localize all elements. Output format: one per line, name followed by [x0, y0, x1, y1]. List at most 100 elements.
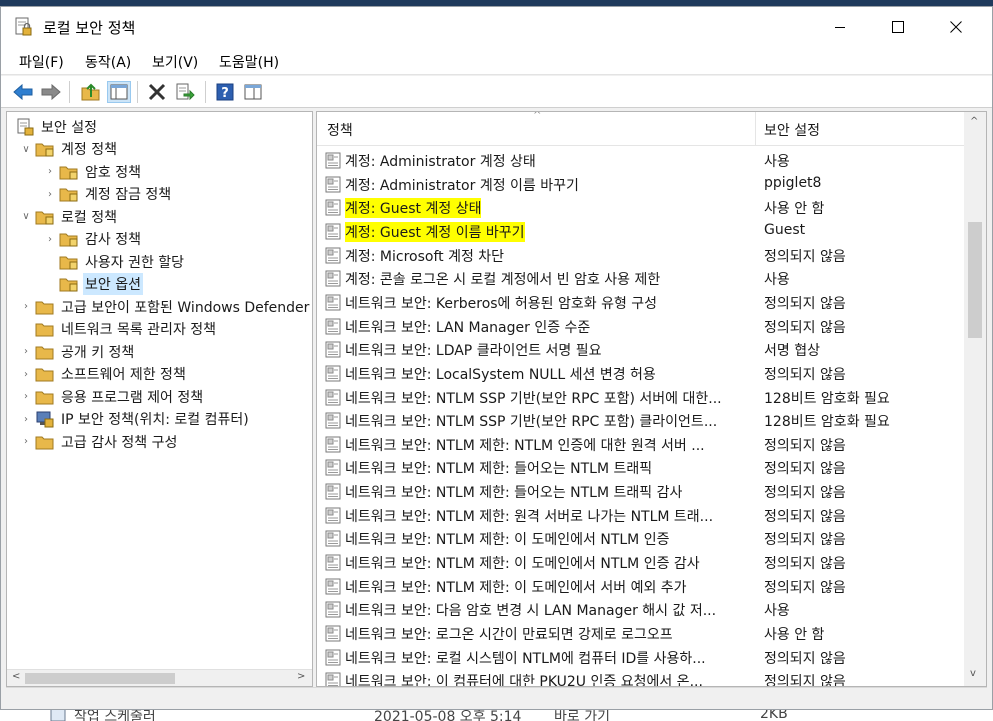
policy-row[interactable]: 네트워크 보안: NTLM SSP 기반(보안 RPC 포함) 클라이언트...…	[317, 409, 964, 433]
policy-row[interactable]: 네트워크 보안: LDAP 클라이언트 서명 필요 서명 협상	[317, 338, 964, 362]
scroll-up-icon[interactable]: ^	[970, 116, 978, 127]
tree-node[interactable]: › 응용 프로그램 제어 정책	[19, 386, 205, 408]
minimize-button[interactable]	[811, 7, 869, 47]
back-button[interactable]	[11, 81, 35, 103]
tree-node[interactable]: ∨ 로컬 정책	[19, 206, 119, 228]
policy-row[interactable]: 네트워크 보안: LocalSystem NULL 세션 변경 허용 정의되지 않…	[317, 362, 964, 386]
scroll-down-icon[interactable]: v	[970, 668, 976, 679]
folder-icon	[59, 188, 78, 202]
policy-setting: 정의되지 않음	[764, 508, 846, 525]
tree-horizontal-scrollbar[interactable]: < >	[7, 669, 312, 686]
expanded-chevron-icon[interactable]: ∨	[19, 144, 33, 155]
column-divider[interactable]	[755, 112, 756, 146]
column-header-policy[interactable]: 정책	[327, 120, 353, 140]
background-file-size: 2KB	[760, 710, 788, 721]
scroll-right-icon[interactable]: >	[297, 671, 305, 682]
policy-row[interactable]: 네트워크 보안: NTLM SSP 기반(보안 RPC 포함) 서버에 대한..…	[317, 386, 964, 410]
policy-row[interactable]: 네트워크 보안: LAN Manager 인증 수준 정의되지 않음	[317, 315, 964, 339]
expanded-chevron-icon[interactable]: ∨	[19, 211, 33, 222]
tree-node[interactable]: 보안 옵션	[43, 273, 143, 295]
tree-node[interactable]: 네트워크 목록 관리자 정책	[19, 318, 218, 340]
tree-node[interactable]: › IP 보안 정책(위치: 로컬 컴퓨터)	[19, 408, 251, 430]
tree-node[interactable]: › 고급 감사 정책 구성	[19, 431, 179, 453]
policy-row[interactable]: 계정: Guest 계정 이름 바꾸기 Guest	[317, 220, 964, 244]
collapsed-chevron-icon[interactable]: ›	[19, 346, 33, 357]
menu-view[interactable]: 보기(V)	[152, 52, 198, 72]
collapsed-chevron-icon[interactable]: ›	[19, 414, 33, 425]
help-button[interactable]: ?	[213, 81, 237, 103]
policy-row[interactable]: 계정: Administrator 계정 이름 바꾸기 ppiglet8	[317, 173, 964, 197]
collapsed-chevron-icon[interactable]: ›	[19, 301, 33, 312]
tree-root-security-settings[interactable]: 보안 설정	[13, 116, 99, 138]
tree-node[interactable]: › 소프트웨어 제한 정책	[19, 363, 188, 385]
policy-icon	[325, 365, 341, 382]
menu-file[interactable]: 파일(F)	[19, 52, 64, 72]
show-hide-tree-button[interactable]	[107, 81, 131, 103]
policy-row[interactable]: 네트워크 보안: NTLM 제한: 원격 서버로 나가는 NTLM 트래... 정…	[317, 504, 964, 528]
tree-node[interactable]: › 감사 정책	[43, 228, 143, 250]
policy-row[interactable]: 네트워크 보안: 로그온 시간이 만료되면 강제로 로그오프 사용 안 함	[317, 622, 964, 646]
status-bar	[6, 687, 987, 709]
collapsed-chevron-icon[interactable]: ›	[43, 166, 57, 177]
title-bar[interactable]: 로컬 보안 정책	[1, 7, 992, 47]
policy-name: 네트워크 보안: NTLM 제한: 들어오는 NTLM 트래픽 감사	[345, 485, 683, 502]
menu-help[interactable]: 도움말(H)	[219, 52, 279, 72]
tree-node[interactable]: › 암호 정책	[43, 161, 143, 183]
policy-row[interactable]: 네트워크 보안: NTLM 제한: NTLM 인증에 대한 원격 서버 ... 정…	[317, 433, 964, 457]
policy-setting: 정의되지 않음	[764, 437, 846, 454]
policy-name: 네트워크 보안: NTLM 제한: 원격 서버로 나가는 NTLM 트래...	[345, 508, 714, 525]
folder-icon	[35, 368, 54, 382]
policy-setting: 사용	[764, 603, 790, 620]
policy-row[interactable]: 네트워크 보안: NTLM 제한: 이 도메인에서 서버 예외 추가 정의되지 않…	[317, 575, 964, 599]
collapsed-chevron-icon[interactable]: ›	[19, 436, 33, 447]
policy-row[interactable]: 계정: Guest 계정 상태 사용 안 함	[317, 196, 964, 220]
delete-button[interactable]	[145, 81, 169, 103]
policy-row[interactable]: 계정: Microsoft 계정 차단 정의되지 않음	[317, 244, 964, 268]
policy-name: 네트워크 보안: Kerberos에 허용된 암호화 유형 구성	[345, 295, 658, 312]
scrollbar-thumb[interactable]	[25, 673, 175, 684]
policy-setting: 정의되지 않음	[764, 556, 846, 573]
column-header-setting[interactable]: 보안 설정	[764, 120, 820, 140]
tree-node[interactable]: › 공개 키 정책	[19, 341, 136, 363]
menu-action[interactable]: 동작(A)	[85, 52, 131, 72]
policy-row[interactable]: 네트워크 보안: NTLM 제한: 들어오는 NTLM 트래픽 정의되지 않음	[317, 456, 964, 480]
policy-name: 네트워크 보안: NTLM 제한: 이 도메인에서 NTLM 인증 감사	[345, 556, 700, 573]
collapsed-chevron-icon[interactable]: ›	[43, 189, 57, 200]
tree-node-label: 감사 정책	[85, 232, 141, 248]
policy-row[interactable]: 네트워크 보안: 이 컴퓨터에 대한 PKU2U 인증 요청에서 온... 정의되…	[317, 669, 964, 686]
policy-row[interactable]: 네트워크 보안: NTLM 제한: 이 도메인에서 NTLM 인증 정의되지 않음	[317, 527, 964, 551]
export-list-button[interactable]	[173, 81, 197, 103]
policy-row[interactable]: 계정: Administrator 계정 상태 사용	[317, 149, 964, 173]
forward-button[interactable]	[39, 81, 63, 103]
policy-row[interactable]: 네트워크 보안: 다음 암호 변경 시 LAN Manager 해시 값 저..…	[317, 598, 964, 622]
tree-node[interactable]: › 계정 잠금 정책	[43, 183, 173, 205]
policy-row[interactable]: 네트워크 보안: NTLM 제한: 들어오는 NTLM 트래픽 감사 정의되지 않…	[317, 480, 964, 504]
forward-icon	[41, 84, 61, 100]
policy-row[interactable]: 네트워크 보안: Kerberos에 허용된 암호화 유형 구성 정의되지 않음	[317, 291, 964, 315]
tree-node[interactable]: 사용자 권한 할당	[43, 251, 186, 273]
tree-node-label: 네트워크 목록 관리자 정책	[61, 322, 217, 338]
folder-icon	[35, 323, 54, 337]
list-vertical-scrollbar[interactable]: ^ v	[964, 112, 986, 686]
policy-name: 네트워크 보안: LDAP 클라이언트 서명 필요	[345, 343, 602, 360]
maximize-button[interactable]	[869, 7, 927, 47]
policy-name: 네트워크 보안: LAN Manager 인증 수준	[345, 319, 591, 336]
tree-node-label: 고급 보안이 포함된 Windows Defender 방화벽	[61, 299, 312, 316]
close-button[interactable]	[927, 7, 985, 47]
up-one-level-button[interactable]	[79, 81, 103, 103]
tree-node[interactable]: ∨ 계정 정책	[19, 138, 119, 160]
toolbar-separator	[205, 81, 206, 103]
background-file-name: 작업 스케줄러	[74, 710, 156, 721]
policy-row[interactable]: 계정: 콘솔 로그온 시 로컬 계정에서 빈 암호 사용 제한 사용	[317, 267, 964, 291]
policy-row[interactable]: 네트워크 보안: NTLM 제한: 이 도메인에서 NTLM 인증 감사 정의되지…	[317, 551, 964, 575]
local-security-policy-window: 로컬 보안 정책 파일(F) 동작(A) 보기(V) 도움말(H) ? 보안 설…	[0, 6, 993, 710]
collapsed-chevron-icon[interactable]: ›	[19, 369, 33, 380]
policy-row[interactable]: 네트워크 보안: 로컬 시스템이 NTLM에 컴퓨터 ID를 사용하... 정의되…	[317, 646, 964, 670]
collapsed-chevron-icon[interactable]: ›	[19, 391, 33, 402]
policy-setting: 정의되지 않음	[764, 485, 846, 502]
collapsed-chevron-icon[interactable]: ›	[43, 234, 57, 245]
tree-node[interactable]: › 고급 보안이 포함된 Windows Defender 방화벽	[19, 296, 312, 318]
properties-button[interactable]	[241, 81, 265, 103]
scrollbar-thumb[interactable]	[968, 222, 982, 338]
scroll-left-icon[interactable]: <	[12, 671, 20, 682]
